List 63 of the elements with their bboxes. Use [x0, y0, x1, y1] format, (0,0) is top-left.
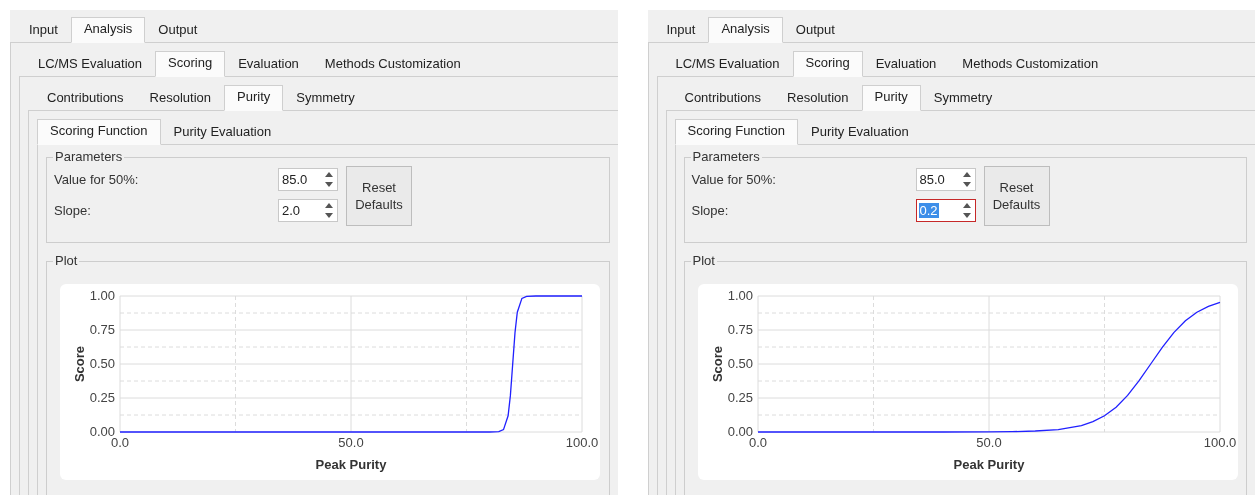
down-arrow-icon[interactable] — [962, 182, 971, 187]
up-arrow-icon[interactable] — [325, 172, 333, 177]
tab[interactable]: Symmetry — [920, 86, 1006, 110]
axis-title: Peak Purity — [953, 457, 1024, 472]
tab[interactable]: LC/MS Evaluation — [25, 52, 156, 76]
tick-label: 0.25 — [727, 390, 753, 405]
tab[interactable]: Resolution — [774, 86, 862, 110]
axis-title: Score — [72, 345, 87, 383]
reset-defaults-button[interactable]: Reset Defaults — [346, 166, 412, 226]
group-title: Parameters — [53, 149, 125, 164]
tab[interactable]: Resolution — [136, 86, 225, 110]
axis-title: Peak Purity — [315, 457, 387, 472]
tick-label: 0.75 — [727, 322, 753, 337]
group-title: Plot — [690, 253, 717, 268]
tab[interactable]: Input — [653, 18, 709, 42]
tab[interactable]: Methods Customization — [949, 52, 1112, 76]
tab[interactable]: Evaluation — [225, 52, 312, 76]
group-title: Parameters — [690, 149, 762, 164]
tab[interactable]: Purity — [224, 85, 284, 111]
up-arrow-icon[interactable] — [962, 172, 971, 177]
tab[interactable]: Contributions — [34, 86, 137, 110]
down-arrow-icon[interactable] — [325, 182, 333, 187]
group-title: Plot — [53, 253, 80, 268]
field-label: Value for 50%: — [691, 172, 776, 187]
field-label: Slope: — [691, 203, 729, 218]
tab[interactable]: Scoring Function — [674, 119, 799, 145]
tick-label: 100.0 — [1203, 435, 1236, 450]
tab[interactable]: Purity — [861, 85, 921, 111]
tick-label: 0.50 — [89, 356, 115, 371]
tab[interactable]: Output — [145, 18, 211, 42]
down-arrow-icon[interactable] — [325, 213, 333, 218]
tab[interactable]: Scoring — [792, 51, 863, 77]
number-field[interactable]: 2.0 — [278, 199, 338, 222]
tick-label: 1.00 — [727, 288, 753, 303]
tab[interactable]: Analysis — [708, 17, 783, 43]
tab[interactable]: Purity Evaluation — [798, 120, 922, 144]
number-field[interactable]: 85.0 — [278, 168, 338, 191]
up-arrow-icon[interactable] — [962, 203, 971, 208]
tab[interactable]: Methods Customization — [311, 52, 474, 76]
tab[interactable]: LC/MS Evaluation — [662, 52, 793, 76]
down-arrow-icon[interactable] — [962, 213, 971, 218]
tab[interactable]: Scoring Function — [37, 119, 161, 145]
tab[interactable]: Evaluation — [862, 52, 950, 76]
tick-label: 0.75 — [89, 322, 115, 337]
tick-label: 50.0 — [338, 435, 364, 450]
tab[interactable]: Scoring — [155, 51, 226, 77]
field-label: Slope: — [54, 203, 91, 218]
tab[interactable]: Analysis — [70, 17, 146, 43]
tab[interactable]: Symmetry — [283, 86, 368, 110]
axis-title: Score — [709, 345, 725, 383]
tab[interactable]: Output — [782, 18, 848, 42]
tab[interactable]: Contributions — [671, 86, 775, 110]
tick-label: 100.0 — [565, 435, 599, 450]
field-label: Value for 50%: — [54, 172, 139, 187]
tick-label: 0.25 — [89, 390, 115, 405]
tick-label: 0.50 — [727, 356, 753, 371]
reset-defaults-button[interactable]: Reset Defaults — [983, 166, 1050, 226]
number-field[interactable]: 85.0 — [915, 168, 976, 191]
tick-label: 1.00 — [89, 288, 115, 303]
up-arrow-icon[interactable] — [325, 203, 333, 208]
tab[interactable]: Input — [16, 18, 71, 42]
tab[interactable]: Purity Evaluation — [160, 120, 285, 144]
tick-label: 50.0 — [975, 435, 1002, 450]
